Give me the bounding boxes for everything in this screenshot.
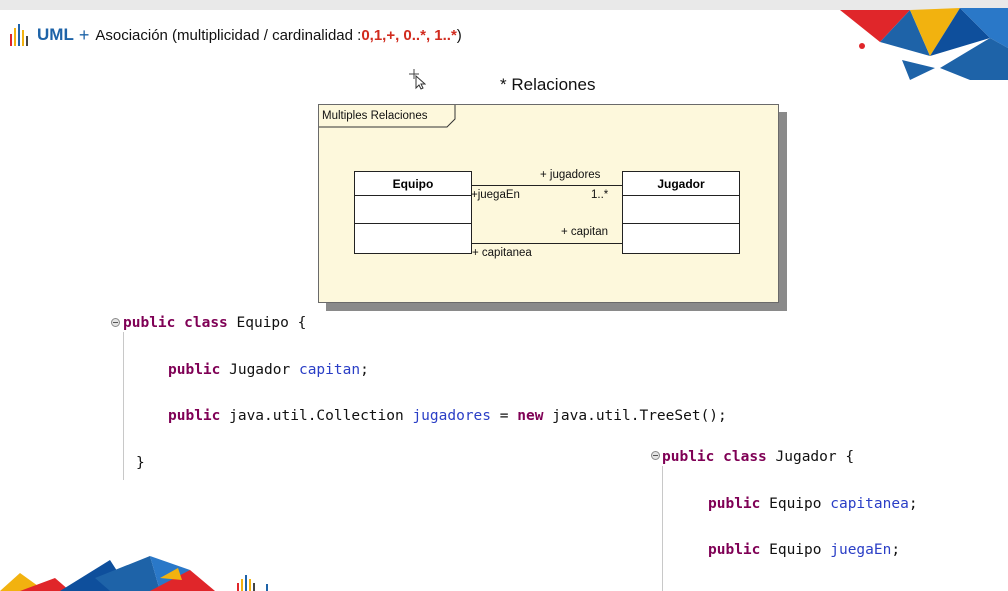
association-line-jugadores[interactable] <box>472 185 622 186</box>
role-capitan: + capitan <box>561 226 608 238</box>
slide-title: UML + Asociación (multiplicidad / cardin… <box>10 20 462 50</box>
uml-diagram: Multiples Relaciones Equipo Jugador + ju… <box>318 104 779 303</box>
title-values: 0,1,+, 0..*, 1..* <box>361 26 457 44</box>
attributes-compartment <box>623 196 739 224</box>
multiplicity-label: 1..* <box>591 189 609 201</box>
title-close: ) <box>456 26 462 44</box>
code-line-field-jugadores: public java.util.Collection jugadores = … <box>168 408 727 424</box>
section-subtitle: * Relaciones <box>500 75 596 94</box>
title-text: Asociación (multiplicidad / cardinalidad… <box>95 26 362 44</box>
role-capitanea: + capitanea <box>472 247 532 259</box>
decorative-triangles-top <box>840 8 1008 80</box>
code-line-field-capitan: public Jugador capitan; <box>168 362 369 378</box>
package-label: Multiples Relaciones <box>322 110 428 122</box>
code-line-close-brace: } <box>136 455 145 471</box>
code-line-field-capitanea: public Equipo capitanea; <box>708 496 918 512</box>
attributes-compartment <box>355 196 471 224</box>
class-box-equipo[interactable]: Equipo <box>354 171 472 254</box>
class-name-jugador: Jugador <box>623 172 739 196</box>
logo-bars-icon <box>10 24 30 46</box>
title-uml: UML <box>37 25 74 44</box>
association-line-capitan[interactable] <box>472 243 622 244</box>
operations-compartment <box>623 224 739 253</box>
title-plus: + <box>78 24 90 45</box>
decorative-triangles-bottom <box>0 556 268 591</box>
code-line-class-equipo: public class Equipo { <box>123 315 307 331</box>
mouse-cursor-icon <box>409 69 426 90</box>
class-box-jugador[interactable]: Jugador <box>622 171 740 254</box>
code-guide-line <box>123 332 124 480</box>
operations-compartment <box>355 224 471 253</box>
code-line-field-juega-en: public Equipo juegaEn; <box>708 542 901 558</box>
code-line-class-jugador: public class Jugador { <box>662 449 855 465</box>
class-name-equipo: Equipo <box>355 172 471 196</box>
role-juega-en: +juegaEn <box>471 189 520 201</box>
fold-collapse-icon[interactable] <box>651 451 660 460</box>
role-jugadores: + jugadores <box>540 169 601 181</box>
code-guide-line <box>662 466 663 591</box>
fold-collapse-icon[interactable] <box>111 318 120 327</box>
